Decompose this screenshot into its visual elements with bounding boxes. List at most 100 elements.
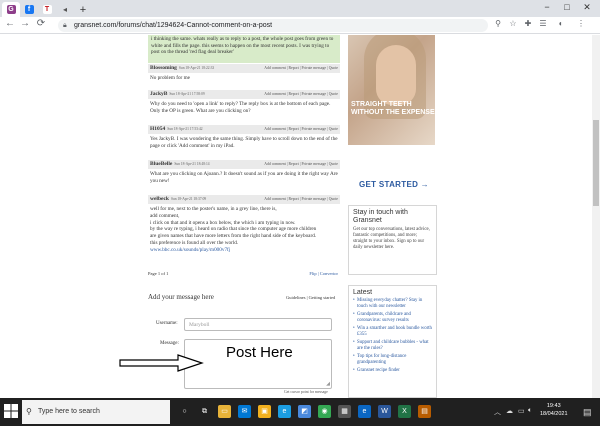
cortana-icon[interactable]: ○ — [178, 405, 191, 418]
taskbar: ⚲ Type here to search ○ ⧉ ▭ ✉ ▣ e ◩ ◉ ▦ e W X ▤ ︿ ☁ … — [0, 398, 600, 426]
address-bar[interactable]: 🔒︎ gransnet.com/forums/chat/1294624-Cann… — [58, 19, 488, 32]
store-icon[interactable]: ▣ — [258, 405, 271, 418]
windows-start-icon[interactable] — [4, 404, 18, 418]
excel-icon[interactable]: X — [398, 405, 411, 418]
forum-post: welbeck Sun 18-Apr-21 18:37:09 Add commen… — [148, 195, 340, 256]
search-icon: ⚲ — [26, 407, 32, 416]
form-footer-note: Get cursor point for message — [284, 390, 328, 394]
post-actions[interactable]: Add comment | Report | Private message |… — [264, 162, 338, 166]
taskbar-search-input[interactable]: ⚲ Type here to search — [22, 400, 170, 424]
post-author[interactable]: BlueBelle Sun 18-Apr-21 18:48:14 — [150, 161, 210, 167]
forward-icon[interactable]: → — [19, 18, 31, 29]
newsletter-body[interactable]: Get our top conversations, latest advice… — [349, 226, 436, 254]
latest-title: Latest — [353, 289, 373, 296]
post-header: welbeck Sun 18-Apr-21 18:37:09 Add commen… — [148, 195, 340, 204]
post-link[interactable]: www.bbc.co.uk/sounds/play/m000v7fj — [150, 247, 338, 254]
post-body: No problem for me — [150, 75, 190, 81]
search-icon[interactable]: ⚲ — [492, 19, 504, 28]
cloud-icon[interactable]: ☁ — [506, 407, 513, 415]
post-actions[interactable]: Add comment | Report | Private message |… — [264, 127, 338, 131]
mail-icon[interactable]: ✉ — [238, 405, 251, 418]
menu-icon[interactable]: ⋮ — [575, 19, 587, 28]
extensions-icon[interactable]: ✚ — [522, 19, 534, 28]
file-explorer-icon[interactable]: ▭ — [218, 405, 231, 418]
post-date: Sun 18-Apr-21 18:22:33 — [178, 66, 215, 70]
post-actions[interactable]: Add comment | Report | Private message |… — [264, 197, 338, 201]
post-header: BlueBelle Sun 18-Apr-21 18:48:14 Add comm… — [148, 160, 340, 169]
page-scrollbar[interactable] — [592, 35, 600, 398]
tab-facebook[interactable]: f — [22, 2, 36, 17]
tab-t[interactable]: T — [40, 2, 54, 17]
post-date: Sun 18-Apr-21 18:48:14 — [174, 162, 210, 166]
pagination-links[interactable]: Flip | Convertor — [309, 271, 338, 276]
newsletter-title: Stay in touch with Gransnet — [353, 209, 408, 224]
maximize-icon[interactable]: □ — [560, 2, 574, 12]
system-clock[interactable]: 19:43 18/04/2021 — [540, 402, 568, 418]
edge-icon[interactable]: e — [278, 405, 291, 418]
network-icon[interactable]: ▭ — [518, 407, 525, 415]
latest-item[interactable]: Support and childcare bubbles - what are… — [353, 340, 432, 352]
post-body: What are you clicking on Ajoann.? It doe… — [150, 171, 338, 184]
volume-icon[interactable]: 🔈︎ — [528, 407, 532, 415]
tray-chevron-icon[interactable]: ︿ — [494, 407, 501, 417]
forum-post: JackyB Sun 18-Apr-21 17:58:09 Add comment… — [148, 90, 340, 117]
close-icon[interactable]: ✕ — [580, 2, 594, 13]
calculator-icon[interactable]: ▦ — [338, 405, 351, 418]
post-date: Sun 18-Apr-21 17:58:09 — [169, 92, 205, 96]
tab-audio[interactable]: ◂ — [58, 2, 72, 17]
username-label: Username: — [156, 321, 178, 326]
ad-banner[interactable]: STRAIGHT TEETH WITHOUT THE EXPENSE — [348, 35, 435, 145]
web-page: i thinking the same. whats really as to … — [0, 35, 600, 398]
lock-icon: 🔒︎ — [63, 22, 67, 29]
tab-gransnet[interactable]: G — [2, 2, 20, 17]
post-actions[interactable]: Add comment | Report | Private message |… — [264, 92, 338, 96]
edge-blue-icon[interactable]: e — [358, 405, 371, 418]
username-field[interactable]: Maryboll — [184, 318, 332, 331]
latest-list: Missing everyday chatter? Stay in touch … — [349, 298, 436, 378]
post-author[interactable]: H1054 Sun 18-Apr-21 17:53:42 — [150, 126, 203, 132]
back-icon[interactable]: ← — [4, 18, 16, 29]
clock-date: 18/04/2021 — [540, 411, 568, 417]
forum-post: H1054 Sun 18-Apr-21 17:53:42 Add comment … — [148, 125, 340, 152]
notifications-icon[interactable]: ▤ — [583, 407, 592, 418]
gransnet-favicon-icon: G — [6, 5, 16, 14]
latest-item[interactable]: Top tips for long-distance grandparentin… — [353, 354, 432, 366]
latest-item[interactable]: Missing everyday chatter? Stay in touch … — [353, 298, 432, 310]
star-icon[interactable]: ☆ — [507, 19, 519, 28]
t-favicon-icon: T — [42, 5, 52, 14]
post-header: Blossoming Sun 18-Apr-21 18:22:33 Add com… — [148, 64, 340, 73]
latest-item[interactable]: Grandparents, childcare and coronavirus:… — [353, 312, 432, 324]
search-placeholder: Type here to search — [38, 408, 100, 415]
profile-icon[interactable]: ◐ — [555, 19, 567, 28]
post-body: well for me, next to the poster's name, … — [148, 204, 340, 256]
post-line: well for me, next to the poster's name, … — [150, 206, 277, 212]
app-icon[interactable]: ▤ — [418, 405, 431, 418]
op-post-green: i thinking the same. whats really as to … — [148, 35, 340, 63]
reload-icon[interactable]: ⟳ — [35, 18, 47, 29]
post-actions[interactable]: Add comment | Report | Private message |… — [264, 66, 338, 70]
page-count: Page 1 of 1 — [148, 271, 169, 276]
forum-post: BlueBelle Sun 18-Apr-21 18:48:14 Add comm… — [148, 160, 340, 187]
ad-headline: STRAIGHT TEETH WITHOUT THE EXPENSE — [351, 101, 435, 116]
reply-form-title: Add your message here — [148, 293, 214, 301]
reading-list-icon[interactable]: ☰ — [537, 19, 549, 28]
ad-get-started-link[interactable]: GET STARTED → — [359, 180, 429, 189]
resize-grip-icon[interactable]: ◢ — [326, 381, 330, 387]
reply-form-links[interactable]: Guidelines | Getting started — [286, 295, 335, 300]
post-author[interactable]: JackyB Sun 18-Apr-21 17:58:09 — [150, 91, 205, 97]
post-author[interactable]: welbeck Sun 18-Apr-21 18:37:09 — [150, 196, 206, 202]
latest-item[interactable]: Win a smarther and hook bundle worth £35… — [353, 326, 432, 338]
post-author[interactable]: Blossoming Sun 18-Apr-21 18:22:33 — [150, 65, 214, 71]
post-date: Sun 18-Apr-21 17:53:42 — [167, 127, 203, 131]
photos-icon[interactable]: ◩ — [298, 405, 311, 418]
minimize-icon[interactable]: − — [540, 2, 554, 12]
post-body: Yes JackyB. I was wondering the same thi… — [150, 136, 338, 149]
message-label: Message: — [160, 341, 179, 346]
chrome-icon[interactable]: ◉ — [318, 405, 331, 418]
scrollbar-thumb[interactable] — [593, 120, 599, 206]
latest-item[interactable]: Gransnet recipe finder — [353, 368, 432, 374]
task-view-icon[interactable]: ⧉ — [198, 405, 211, 418]
url-text: gransnet.com/forums/chat/1294624-Cannot-… — [74, 22, 273, 29]
new-tab-button[interactable]: + — [76, 2, 90, 17]
word-icon[interactable]: W — [378, 405, 391, 418]
